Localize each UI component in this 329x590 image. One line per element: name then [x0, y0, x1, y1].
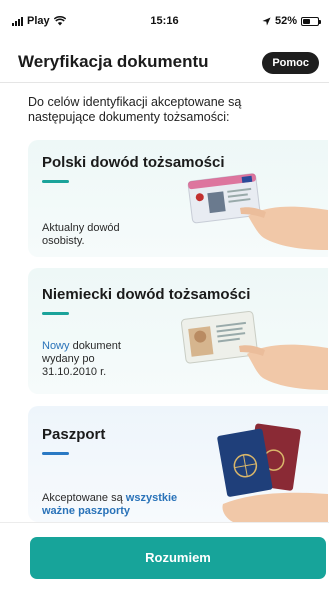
card-polish-id: Polski dowód tożsamości Aktualny dowód o…: [28, 140, 328, 257]
card-title: Niemiecki dowód tożsamości: [42, 286, 251, 303]
card-description-highlight: Nowy: [42, 340, 70, 352]
card-accent-line: [42, 312, 69, 315]
status-bar: Play 15:16 52%: [0, 0, 329, 42]
header: Weryfikacja dokumentu Pomoc: [0, 42, 329, 83]
polish-id-card-illustration: [187, 173, 328, 250]
card-description: Nowy dokument wydany po 31.10.2010 r.: [42, 340, 152, 379]
card-accent-line: [42, 180, 69, 183]
battery-fill: [303, 18, 311, 24]
passport-illustration: [217, 423, 328, 522]
understand-button[interactable]: Rozumiem: [30, 537, 326, 579]
page-title: Weryfikacja dokumentu: [18, 52, 209, 71]
battery-percent: 52%: [274, 15, 297, 27]
battery-icon: [301, 16, 321, 26]
status-right: 52%: [262, 15, 321, 27]
card-description: Aktualny dowód osobisty.: [42, 222, 120, 247]
card-title: Paszport: [42, 426, 106, 443]
card-description: Akceptowane są wszystkie ważne paszporty: [42, 492, 212, 518]
card-description-pre: Akceptowane są: [42, 492, 126, 504]
location-arrow-icon: [262, 16, 271, 26]
card-passport: Paszport Akceptowane są wszystkie ważne …: [28, 406, 328, 522]
card-accent-line: [42, 452, 69, 455]
intro-text: Do celów identyfikacji akceptowane są na…: [28, 95, 242, 124]
card-german-id: Niemiecki dowód tożsamości Nowy dokument…: [28, 268, 328, 394]
german-id-card-illustration: [180, 310, 328, 390]
help-button[interactable]: Pomoc: [262, 52, 319, 74]
footer: Rozumiem: [0, 522, 329, 590]
